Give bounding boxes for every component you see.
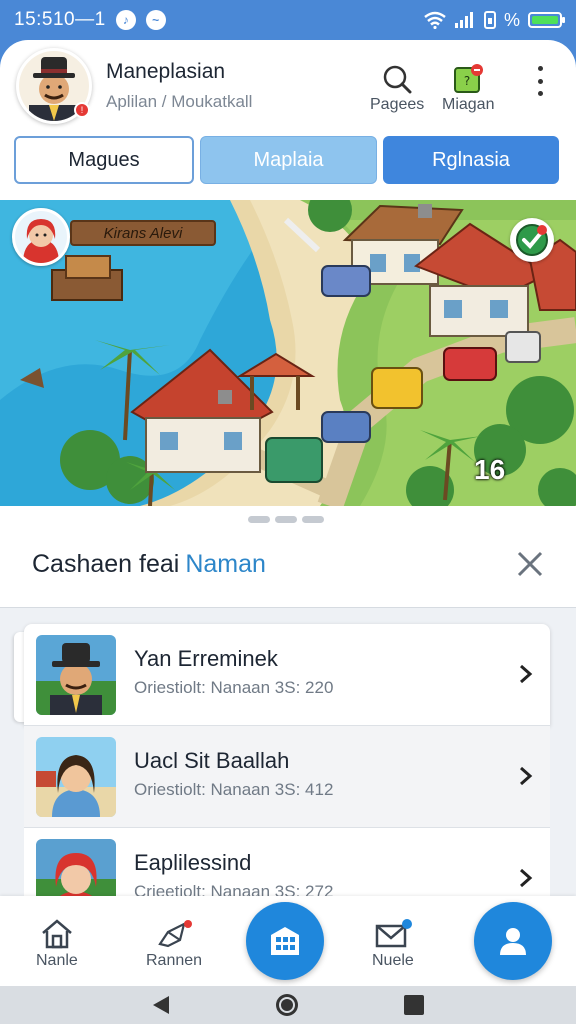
nav-rannen-label: Rannen — [146, 952, 203, 969]
mail-icon — [373, 916, 413, 952]
grid-building-icon — [271, 927, 299, 955]
status-time: 15:510—1 — [14, 9, 106, 30]
map-pin-icon: ? — [452, 62, 484, 96]
map-counter: 16 — [474, 454, 506, 485]
system-navigation — [0, 986, 576, 1024]
wifi-icon — [424, 11, 446, 29]
buildings-button[interactable] — [246, 902, 324, 980]
nav-nuele[interactable]: Nuele — [372, 916, 414, 970]
status-bar: 15:510—1 ♪ ~ % — [0, 0, 576, 40]
tab-maplaia[interactable]: Maplaia — [200, 136, 377, 184]
list-item-subtitle: Oriestiolt: Nanaan 3S: 220 — [134, 678, 334, 697]
nav-home[interactable]: Nanle — [36, 916, 78, 970]
messenger-icon: ~ — [145, 10, 166, 30]
map-player-avatar[interactable] — [12, 208, 70, 266]
user-icon — [500, 928, 526, 955]
pages-label: Pagees — [370, 96, 425, 113]
battery-icon — [528, 12, 565, 28]
sim-icon — [483, 11, 496, 29]
village-map[interactable]: Kirans Alevi 16 — [0, 200, 576, 506]
map-label: Miagan — [442, 96, 495, 113]
back-icon[interactable] — [151, 994, 171, 1016]
music-icon: ♪ — [115, 10, 136, 30]
rocket-icon — [154, 916, 194, 952]
profile-button[interactable] — [474, 902, 552, 980]
app-header: ! Maneplasian Aplilan / Moukatkall Pagee… — [0, 40, 576, 200]
nav-rannen[interactable]: Rannen — [146, 916, 202, 970]
user-name: Maneplasian — [106, 60, 226, 83]
list-item-title: Uacl Sit Baallah — [134, 748, 290, 773]
pages-button[interactable]: Pagees — [370, 62, 424, 114]
nav-nuele-label: Nuele — [372, 952, 414, 969]
list-item[interactable]: Uacl Sit Baallah Oriestiolt: Nanaan 3S: … — [24, 726, 550, 828]
map-quest-badge[interactable] — [510, 218, 554, 262]
nav-home-label: Nanle — [36, 952, 78, 969]
map-sign: Kirans Alevi — [70, 220, 216, 246]
svg-text:?: ? — [464, 74, 470, 88]
close-icon[interactable] — [512, 546, 548, 582]
section-title: Cashaen feai Naman — [32, 550, 266, 578]
more-options-icon[interactable] — [530, 66, 550, 96]
notification-badge: ! — [74, 102, 90, 118]
recents-icon[interactable] — [403, 994, 425, 1016]
tab-magues[interactable]: Magues — [14, 136, 194, 184]
user-subtitle: Aplilan / Moukatkall — [106, 92, 253, 111]
list-item-title: Yan Erreminek — [134, 646, 278, 671]
drag-handle[interactable] — [248, 516, 324, 523]
tab-rglnasia[interactable]: Rglnasia — [383, 136, 559, 184]
list-item[interactable]: Yan Erreminek Oriestiolt: Nanaan 3S: 220 — [24, 624, 550, 726]
battery-percent: % — [503, 9, 520, 30]
section-highlight: Naman — [185, 550, 266, 578]
chevron-right-icon — [520, 766, 533, 786]
search-icon — [382, 62, 412, 96]
chevron-right-icon — [520, 664, 533, 684]
chevron-right-icon — [520, 868, 533, 888]
map-button[interactable]: ? Miagan — [442, 62, 494, 114]
list-item-avatar — [36, 635, 116, 715]
list-item-subtitle: Oriestiolt: Nanaan 3S: 412 — [134, 780, 334, 799]
home-icon — [40, 916, 74, 952]
home-button-icon[interactable] — [274, 992, 300, 1018]
signal-icon — [454, 12, 473, 28]
list-item-avatar — [36, 737, 116, 817]
people-list: Yan Erreminek Oriestiolt: Nanaan 3S: 220… — [24, 624, 550, 930]
list-item-title: Eaplilessind — [134, 850, 252, 875]
